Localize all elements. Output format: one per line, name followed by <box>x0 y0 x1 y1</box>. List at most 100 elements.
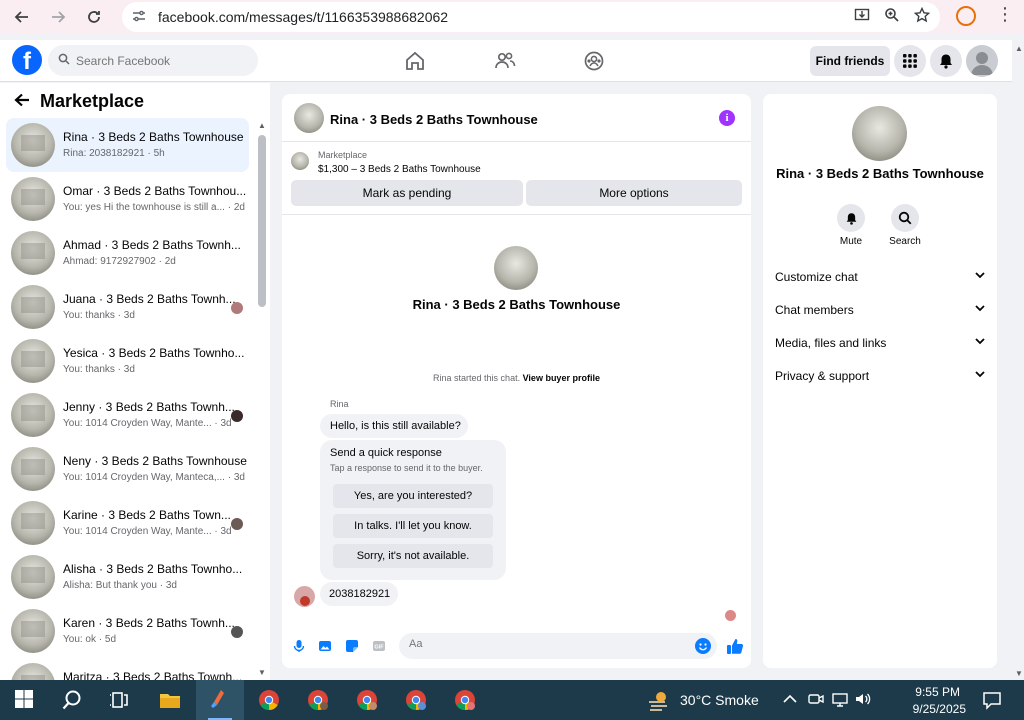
conversation-name: Yesica · 3 Beds 2 Baths Townho... <box>63 346 245 360</box>
view-buyer-profile-link[interactable]: View buyer profile <box>523 373 600 383</box>
message-input[interactable] <box>409 638 679 650</box>
info-icon[interactable]: i <box>719 110 735 126</box>
clock-time[interactable]: 9:55 PM <box>900 685 960 699</box>
conversation-item[interactable]: Maritza · 3 Beds 2 Baths Townh... <box>6 658 249 680</box>
message-bubble[interactable]: Hello, is this still available? <box>320 414 468 438</box>
bell-icon <box>837 204 865 232</box>
page-scrollbar[interactable]: ▲ ▼ <box>1012 40 1024 680</box>
mute-label: Mute <box>839 236 863 247</box>
conversation-item[interactable]: Neny · 3 Beds 2 Baths Townhouse You: 101… <box>6 442 249 496</box>
scroll-down-arrow-icon[interactable]: ▼ <box>258 668 266 677</box>
chat-panel: Rina · 3 Beds 2 Baths Townhouse i Market… <box>282 94 751 668</box>
conversation-name: Ahmad · 3 Beds 2 Baths Townh... <box>63 238 241 252</box>
meet-now-icon[interactable] <box>808 691 824 707</box>
mute-button[interactable]: Mute <box>826 204 876 247</box>
quick-response-title: Send a quick response <box>330 447 442 459</box>
listing-thumbnail[interactable] <box>291 152 309 170</box>
marketplace-inbox: Marketplace Rina · 3 Beds 2 Baths Townho… <box>0 83 270 680</box>
file-explorer-icon[interactable] <box>158 688 182 712</box>
customize-chat-row[interactable]: Customize chat <box>775 270 985 290</box>
back-arrow-icon[interactable] <box>14 91 30 112</box>
home-icon[interactable] <box>404 50 426 72</box>
forward-icon[interactable] <box>40 0 76 34</box>
conversation-item[interactable]: Karine · 3 Beds 2 Baths Town... You: 101… <box>6 496 249 550</box>
chrome-profile-icon[interactable] <box>453 688 477 712</box>
chrome-profile-icon[interactable] <box>355 688 379 712</box>
chat-members-row[interactable]: Chat members <box>775 303 985 323</box>
paint-app-icon[interactable] <box>208 688 232 712</box>
find-friends-button[interactable]: Find friends <box>810 46 890 76</box>
media-files-links-row[interactable]: Media, files and links <box>775 336 985 356</box>
weather-text[interactable]: 30°C Smoke <box>680 692 759 708</box>
chrome-profile-icon[interactable] <box>404 688 428 712</box>
gif-icon[interactable]: GIF <box>372 639 386 653</box>
bookmark-star-icon[interactable] <box>913 6 931 27</box>
chevron-down-icon <box>975 270 985 282</box>
chrome-profile-icon[interactable] <box>306 688 330 712</box>
network-icon[interactable] <box>832 691 848 707</box>
like-thumbs-up-icon[interactable] <box>726 637 744 655</box>
clock-date[interactable]: 9/25/2025 <box>900 702 966 716</box>
zoom-icon[interactable] <box>884 7 900 27</box>
conversation-item[interactable]: Yesica · 3 Beds 2 Baths Townho... You: t… <box>6 334 249 388</box>
sticker-icon[interactable] <box>345 639 359 653</box>
friends-icon[interactable] <box>494 50 516 72</box>
windows-start-icon[interactable] <box>13 688 37 712</box>
inbox-scrollbar[interactable]: ▲ ▼ <box>256 119 268 679</box>
notification-center-icon[interactable] <box>982 690 1002 710</box>
message-bubble[interactable]: 2038182921 <box>320 582 398 606</box>
message-input-box[interactable] <box>399 633 717 659</box>
search-input[interactable] <box>76 53 246 68</box>
chevron-up-icon[interactable] <box>782 691 798 707</box>
photo-icon[interactable] <box>318 639 332 653</box>
weather-icon[interactable] <box>647 688 671 712</box>
conversation-item[interactable]: Rina · 3 Beds 2 Baths Townhouse Rina: 20… <box>6 118 249 172</box>
conversation-item[interactable]: Juana · 3 Beds 2 Baths Townh... You: tha… <box>6 280 249 334</box>
groups-icon[interactable] <box>583 50 605 72</box>
browser-menu-icon[interactable]: ⋮ <box>996 4 1014 25</box>
notifications-bell-icon[interactable] <box>930 45 962 77</box>
conversation-item[interactable]: Alisha · 3 Beds 2 Baths Townho... Alisha… <box>6 550 249 604</box>
site-settings-icon[interactable] <box>132 9 154 26</box>
quick-response-button[interactable]: Yes, are you interested? <box>333 484 493 508</box>
install-app-icon[interactable] <box>854 7 870 27</box>
conversation-name: Maritza · 3 Beds 2 Baths Townh... <box>63 670 243 680</box>
conversation-item[interactable]: Karen · 3 Beds 2 Baths Townh... You: ok … <box>6 604 249 658</box>
quick-response-button[interactable]: Sorry, it's not available. <box>333 544 493 568</box>
chrome-icon[interactable] <box>257 688 281 712</box>
scroll-up-arrow-icon[interactable]: ▲ <box>258 121 266 130</box>
conversation-name: Jenny · 3 Beds 2 Baths Townh... <box>63 400 235 414</box>
task-view-icon[interactable] <box>108 688 132 712</box>
scrollbar-thumb[interactable] <box>258 135 266 307</box>
reload-icon[interactable] <box>76 0 112 34</box>
conversation-item[interactable]: Omar · 3 Beds 2 Baths Townhou... You: ye… <box>6 172 249 226</box>
facebook-logo-icon[interactable]: f <box>12 45 42 75</box>
chat-title[interactable]: Rina · 3 Beds 2 Baths Townhouse <box>330 112 538 127</box>
back-icon[interactable] <box>4 0 40 34</box>
menu-grid-icon[interactable] <box>894 45 926 77</box>
search-icon[interactable] <box>60 688 84 712</box>
conversation-item[interactable]: Ahmad · 3 Beds 2 Baths Townh... Ahmad: 9… <box>6 226 249 280</box>
conversation-item[interactable]: Jenny · 3 Beds 2 Baths Townh... You: 101… <box>6 388 249 442</box>
listing-price[interactable]: $1,300 – 3 Beds 2 Baths Townhouse <box>318 164 481 175</box>
browser-toolbar: facebook.com/messages/t/1166353988682062… <box>0 0 1024 34</box>
volume-icon[interactable] <box>855 691 871 707</box>
scroll-down-arrow-icon[interactable]: ▼ <box>1015 669 1023 678</box>
profile-avatar[interactable] <box>852 106 907 161</box>
address-bar[interactable]: facebook.com/messages/t/1166353988682062 <box>122 2 940 32</box>
buyer-avatar[interactable] <box>494 246 538 290</box>
chat-avatar[interactable] <box>294 103 324 133</box>
account-avatar[interactable] <box>966 45 998 77</box>
scroll-up-arrow-icon[interactable]: ▲ <box>1015 44 1023 53</box>
browser-profile-icon[interactable] <box>956 6 976 26</box>
facebook-search[interactable] <box>48 45 258 76</box>
sender-avatar[interactable] <box>294 586 315 607</box>
more-options-button[interactable]: More options <box>526 180 742 206</box>
quick-response-button[interactable]: In talks. I'll let you know. <box>333 514 493 538</box>
privacy-support-row[interactable]: Privacy & support <box>775 369 985 389</box>
row-label: Media, files and links <box>775 336 887 350</box>
search-button[interactable]: Search <box>880 204 930 247</box>
emoji-icon[interactable] <box>695 638 711 654</box>
microphone-icon[interactable] <box>292 639 306 653</box>
mark-as-pending-button[interactable]: Mark as pending <box>291 180 523 206</box>
